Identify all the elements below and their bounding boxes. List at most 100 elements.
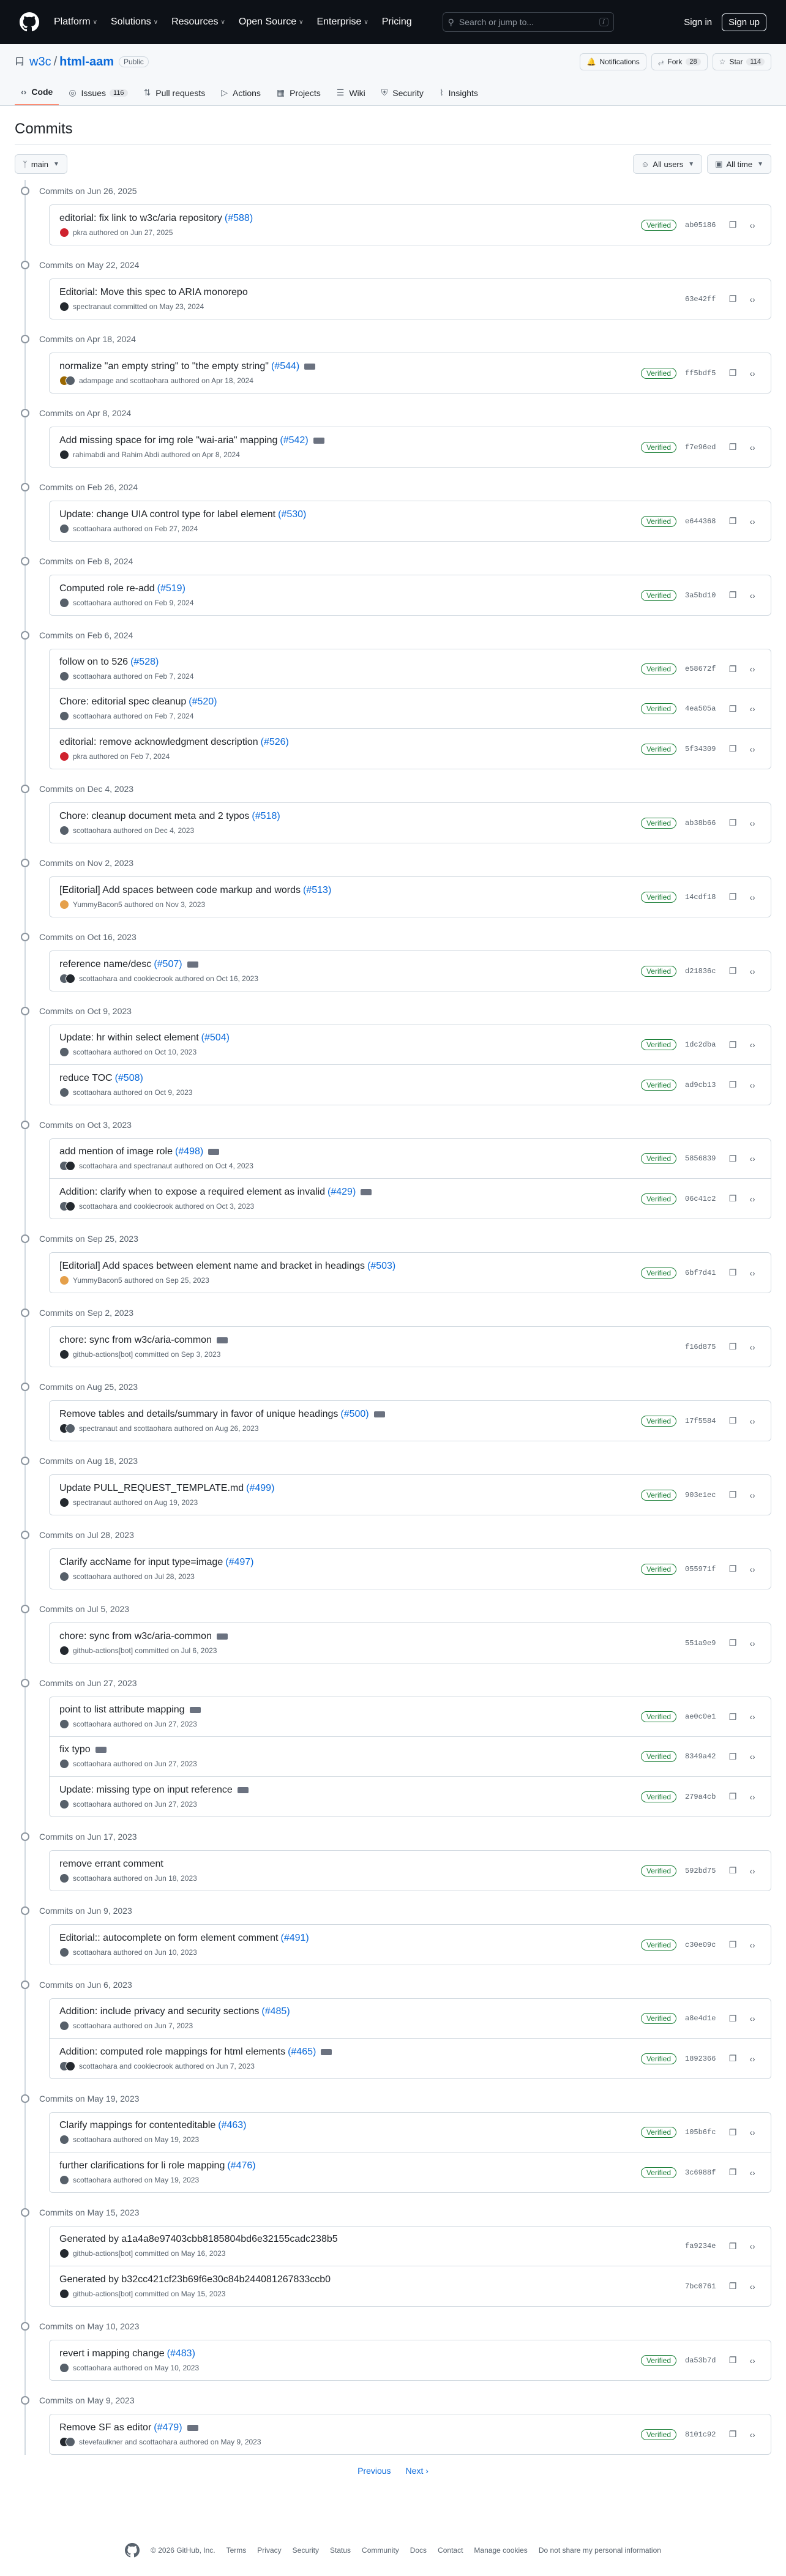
notifications-button[interactable]: 🔔 Notifications xyxy=(580,53,646,70)
avatar[interactable] xyxy=(59,1087,69,1097)
expand-message-button[interactable] xyxy=(373,1411,385,1417)
tab-actions[interactable]: ▷ Actions xyxy=(215,88,267,105)
commit-sha-link[interactable]: 055971f xyxy=(685,1565,722,1574)
copy-icon[interactable]: ❐ xyxy=(724,2429,741,2440)
footer-link-community[interactable]: Community xyxy=(362,2546,399,2555)
commit-message-link[interactable]: fix typo xyxy=(59,1744,91,1755)
commit-message-link[interactable]: [Editorial] Add spaces between code mark… xyxy=(59,885,301,896)
browse-code-icon[interactable]: ‹› xyxy=(744,2356,761,2365)
pull-request-link[interactable]: (#520) xyxy=(189,696,217,707)
copy-icon[interactable]: ❐ xyxy=(724,1080,741,1090)
avatar[interactable] xyxy=(59,1799,69,1809)
commit-sha-link[interactable]: 592bd75 xyxy=(685,1867,722,1875)
browse-code-icon[interactable]: ‹› xyxy=(744,442,761,452)
commit-message-link[interactable]: Addition: computed role mappings for htm… xyxy=(59,2047,285,2058)
commit-message-link[interactable]: normalize "an empty string" to "the empt… xyxy=(59,361,269,372)
verified-badge[interactable]: Verified xyxy=(640,1563,676,1575)
copy-icon[interactable]: ❐ xyxy=(724,1791,741,1802)
commit-message-link[interactable]: reduce TOC xyxy=(59,1073,113,1084)
verified-badge[interactable]: Verified xyxy=(640,1039,676,1050)
copy-icon[interactable]: ❐ xyxy=(724,1752,741,1762)
copy-icon[interactable]: ❐ xyxy=(724,2241,741,2252)
footer-link-do-not-share-my-personal-information[interactable]: Do not share my personal information xyxy=(539,2546,661,2555)
tab-wiki[interactable]: ☰ Wiki xyxy=(331,88,372,105)
repo-name-link[interactable]: html-aam xyxy=(59,55,114,69)
pull-request-link[interactable]: (#465) xyxy=(288,2047,316,2058)
browse-code-icon[interactable]: ‹› xyxy=(744,2282,761,2291)
pull-request-link[interactable]: (#500) xyxy=(340,1409,369,1420)
pull-request-link[interactable]: (#504) xyxy=(201,1032,230,1043)
pull-request-link[interactable]: (#518) xyxy=(252,811,280,822)
pull-request-link[interactable]: (#544) xyxy=(271,361,299,372)
commit-message-link[interactable]: Clarify mappings for contenteditable xyxy=(59,2120,215,2131)
commit-message-link[interactable]: Add missing space for img role "wai-aria… xyxy=(59,435,277,446)
verified-badge[interactable]: Verified xyxy=(640,1489,676,1501)
star-button[interactable]: ☆ Star 114 xyxy=(712,53,771,70)
commit-message-link[interactable]: further clarifications for li role mappi… xyxy=(59,2160,225,2171)
expand-message-button[interactable] xyxy=(321,2048,332,2055)
copy-icon[interactable]: ❐ xyxy=(724,1865,741,1876)
browse-code-icon[interactable]: ‹› xyxy=(744,2014,761,2023)
browse-code-icon[interactable]: ‹› xyxy=(744,704,761,714)
browse-code-icon[interactable]: ‹› xyxy=(744,1268,761,1278)
avatar[interactable] xyxy=(59,899,69,909)
verified-badge[interactable]: Verified xyxy=(640,1751,676,1762)
commit-message-link[interactable]: Addition: clarify when to expose a requi… xyxy=(59,1187,325,1198)
avatar[interactable] xyxy=(59,1349,69,1359)
verified-badge[interactable]: Verified xyxy=(640,965,676,977)
copy-icon[interactable]: ❐ xyxy=(724,1712,741,1722)
avatar[interactable] xyxy=(59,1947,69,1957)
copy-icon[interactable]: ❐ xyxy=(724,442,741,452)
browse-code-icon[interactable]: ‹› xyxy=(744,1490,761,1500)
avatar[interactable] xyxy=(59,2288,69,2299)
commit-message-link[interactable]: revert i mapping change xyxy=(59,2348,165,2359)
commit-message-link[interactable]: editorial: fix link to w3c/aria reposito… xyxy=(59,213,222,224)
commit-sha-link[interactable]: f16d875 xyxy=(685,1343,722,1351)
copy-icon[interactable]: ❐ xyxy=(724,368,741,378)
copy-icon[interactable]: ❐ xyxy=(724,1564,741,1574)
expand-message-button[interactable] xyxy=(189,1707,201,1713)
avatar[interactable] xyxy=(59,1571,69,1581)
copy-icon[interactable]: ❐ xyxy=(724,220,741,230)
avatar[interactable] xyxy=(66,375,75,386)
avatar[interactable] xyxy=(66,1201,75,1211)
pull-request-link[interactable]: (#479) xyxy=(154,2422,182,2433)
browse-code-icon[interactable]: ‹› xyxy=(744,368,761,378)
verified-badge[interactable]: Verified xyxy=(640,1711,676,1722)
pull-request-link[interactable]: (#519) xyxy=(157,583,185,594)
verified-badge[interactable]: Verified xyxy=(640,891,676,903)
copy-icon[interactable]: ❐ xyxy=(724,744,741,754)
commit-sha-link[interactable]: 105b6fc xyxy=(685,2128,722,2137)
avatar[interactable] xyxy=(59,1719,69,1729)
pull-request-link[interactable]: (#530) xyxy=(278,509,306,520)
commit-sha-link[interactable]: d21836c xyxy=(685,967,722,976)
browse-code-icon[interactable]: ‹› xyxy=(744,1638,761,1648)
expand-message-button[interactable] xyxy=(237,1786,249,1793)
avatar[interactable] xyxy=(59,825,69,835)
verified-badge[interactable]: Verified xyxy=(640,441,676,453)
commit-sha-link[interactable]: 6bf7d41 xyxy=(685,1269,722,1277)
commit-sha-link[interactable]: a8e4d1e xyxy=(685,2014,722,2023)
verified-badge[interactable]: Verified xyxy=(640,219,676,231)
pull-request-link[interactable]: (#588) xyxy=(225,213,253,224)
commit-sha-link[interactable]: 8101c92 xyxy=(685,2430,722,2439)
commit-sha-link[interactable]: ab05186 xyxy=(685,221,722,230)
verified-badge[interactable]: Verified xyxy=(640,1079,676,1091)
nav-item-open-source[interactable]: Open Source ∨ xyxy=(239,17,304,28)
copy-icon[interactable]: ❐ xyxy=(724,294,741,304)
browse-code-icon[interactable]: ‹› xyxy=(744,2241,761,2251)
verified-badge[interactable]: Verified xyxy=(640,2127,676,2138)
commit-sha-link[interactable]: 903e1ec xyxy=(685,1491,722,1499)
copy-icon[interactable]: ❐ xyxy=(724,590,741,600)
commit-message-link[interactable]: Update: missing type on input reference xyxy=(59,1785,233,1796)
commit-sha-link[interactable]: e644368 xyxy=(685,517,722,526)
verified-badge[interactable]: Verified xyxy=(640,2429,676,2440)
verified-badge[interactable]: Verified xyxy=(640,1193,676,1204)
tab-pull-requests[interactable]: ⇅ Pull requests xyxy=(138,88,212,105)
browse-code-icon[interactable]: ‹› xyxy=(744,966,761,976)
browse-code-icon[interactable]: ‹› xyxy=(744,1866,761,1876)
avatar[interactable] xyxy=(59,1645,69,1656)
copy-icon[interactable]: ❐ xyxy=(724,966,741,976)
repo-owner-link[interactable]: w3c xyxy=(29,55,51,69)
commit-message-link[interactable]: Update: change UIA control type for labe… xyxy=(59,509,275,520)
